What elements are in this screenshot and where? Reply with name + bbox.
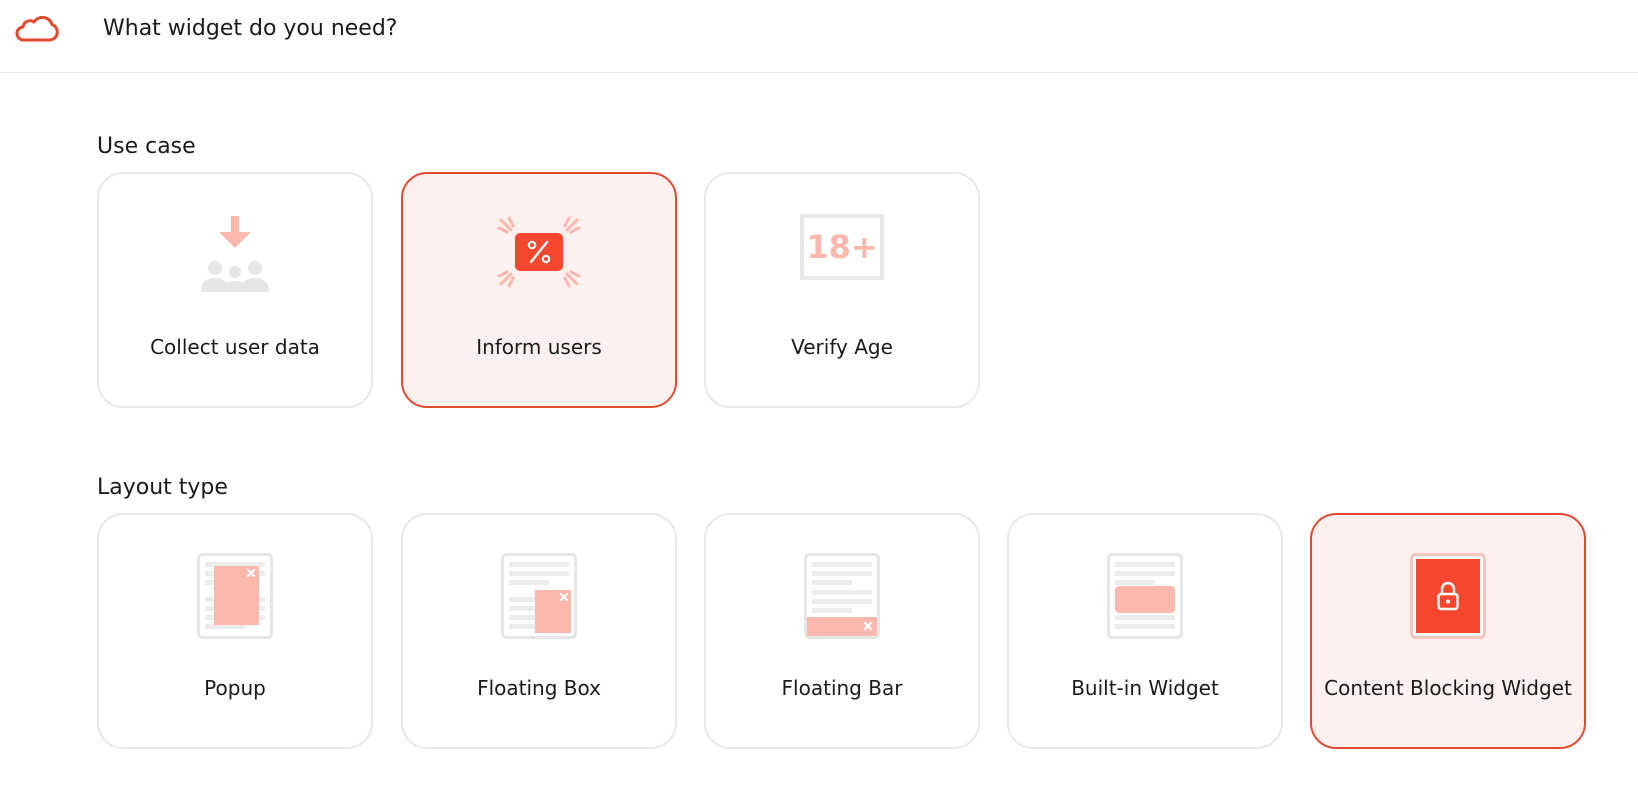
use-case-label: Collect user data	[150, 335, 320, 359]
popup-layout-icon	[197, 553, 273, 639]
cloud-icon[interactable]	[14, 16, 60, 44]
use-case-label: Verify Age	[791, 335, 893, 359]
page-title: What widget do you need?	[103, 16, 398, 41]
top-header: What widget do you need?	[0, 0, 1638, 73]
layout-card-popup[interactable]: Popup	[97, 513, 373, 749]
use-case-section-title: Use case	[97, 134, 196, 159]
use-case-card-collect-user-data[interactable]: Collect user data	[97, 172, 373, 408]
floating-box-layout-icon	[501, 553, 577, 639]
discount-percent-icon	[497, 216, 581, 288]
layout-card-floating-box[interactable]: Floating Box	[401, 513, 677, 749]
use-case-card-verify-age[interactable]: 18+ Verify Age	[704, 172, 980, 408]
layout-type-section-title: Layout type	[97, 475, 228, 500]
layout-label: Floating Box	[477, 676, 601, 700]
content-blocking-lock-icon	[1410, 553, 1486, 639]
layout-label: Built-in Widget	[1071, 676, 1219, 700]
layout-label: Content Blocking Widget	[1324, 676, 1572, 700]
use-case-label: Inform users	[476, 335, 602, 359]
layout-label: Popup	[204, 676, 266, 700]
built-in-widget-layout-icon	[1107, 553, 1183, 639]
age-18-plus-icon: 18+	[800, 214, 884, 280]
use-case-card-inform-users[interactable]: Inform users	[401, 172, 677, 408]
collect-user-data-icon	[201, 216, 269, 292]
layout-card-floating-bar[interactable]: Floating Bar	[704, 513, 980, 749]
layout-card-built-in-widget[interactable]: Built-in Widget	[1007, 513, 1283, 749]
layout-card-content-blocking-widget[interactable]: Content Blocking Widget	[1310, 513, 1586, 749]
floating-bar-layout-icon	[804, 553, 880, 639]
layout-label: Floating Bar	[781, 676, 903, 700]
